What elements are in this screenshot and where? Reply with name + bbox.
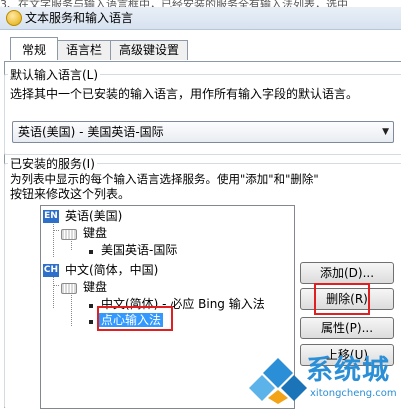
bullet-icon xyxy=(89,304,93,308)
default-language-label: 默认输入语言(L) xyxy=(8,68,101,82)
add-button[interactable]: 添加(D)... xyxy=(300,262,394,284)
keyboard-icon xyxy=(61,229,77,240)
tree-connector xyxy=(53,230,59,231)
highlight-box-selected-service xyxy=(97,306,173,331)
keyboard-icon xyxy=(61,283,77,294)
default-language-description: 选择其中一个已安装的输入语言，用作所有输入字段的默认语言。 xyxy=(10,87,359,101)
tab-advanced-key-settings[interactable]: 高级键设置 xyxy=(110,40,188,60)
installed-services-description-2: 按钮来修改这个列表。 xyxy=(10,187,131,201)
watermark-logo-icon xyxy=(249,358,307,404)
default-language-select[interactable]: 英语(美国) - 美国英语-国际 ▼ xyxy=(12,121,394,143)
language-name: 英语(美国) xyxy=(65,209,123,223)
tree-connector xyxy=(53,276,54,308)
service-item[interactable]: 美国英语-国际 xyxy=(101,242,177,259)
highlight-box-remove-button xyxy=(314,283,370,315)
chevron-down-icon: ▼ xyxy=(382,127,389,137)
tree-connector xyxy=(71,293,72,326)
installed-services-description-1: 为列表中显示的每个输入语言选择服务。使用"添加"和"删除" xyxy=(10,172,319,186)
tab-language-bar[interactable]: 语言栏 xyxy=(57,40,111,60)
window-title: 文本服务和输入语言 xyxy=(25,11,134,25)
installed-services-label: 已安装的服务(I) xyxy=(8,157,97,171)
language-name: 中文(简体，中国) xyxy=(65,263,159,277)
language-badge-icon: CH xyxy=(43,264,59,277)
default-language-value: 英语(美国) - 美国英语-国际 xyxy=(18,125,164,139)
tree-connector xyxy=(53,285,59,286)
keyboard-group-label: 键盘 xyxy=(83,280,108,294)
window-icon xyxy=(6,10,22,26)
watermark-brand: 系统城 xyxy=(306,355,390,386)
tree-connector xyxy=(53,221,54,257)
properties-button[interactable]: 属性(P)... xyxy=(300,317,394,339)
keyboard-group-label: 键盘 xyxy=(83,226,108,240)
bullet-icon xyxy=(89,250,93,254)
bullet-icon xyxy=(89,320,93,324)
language-badge-icon: EN xyxy=(43,210,59,223)
tab-general[interactable]: 常规 xyxy=(10,37,58,60)
watermark-url: xitongcheng.com xyxy=(310,388,397,399)
